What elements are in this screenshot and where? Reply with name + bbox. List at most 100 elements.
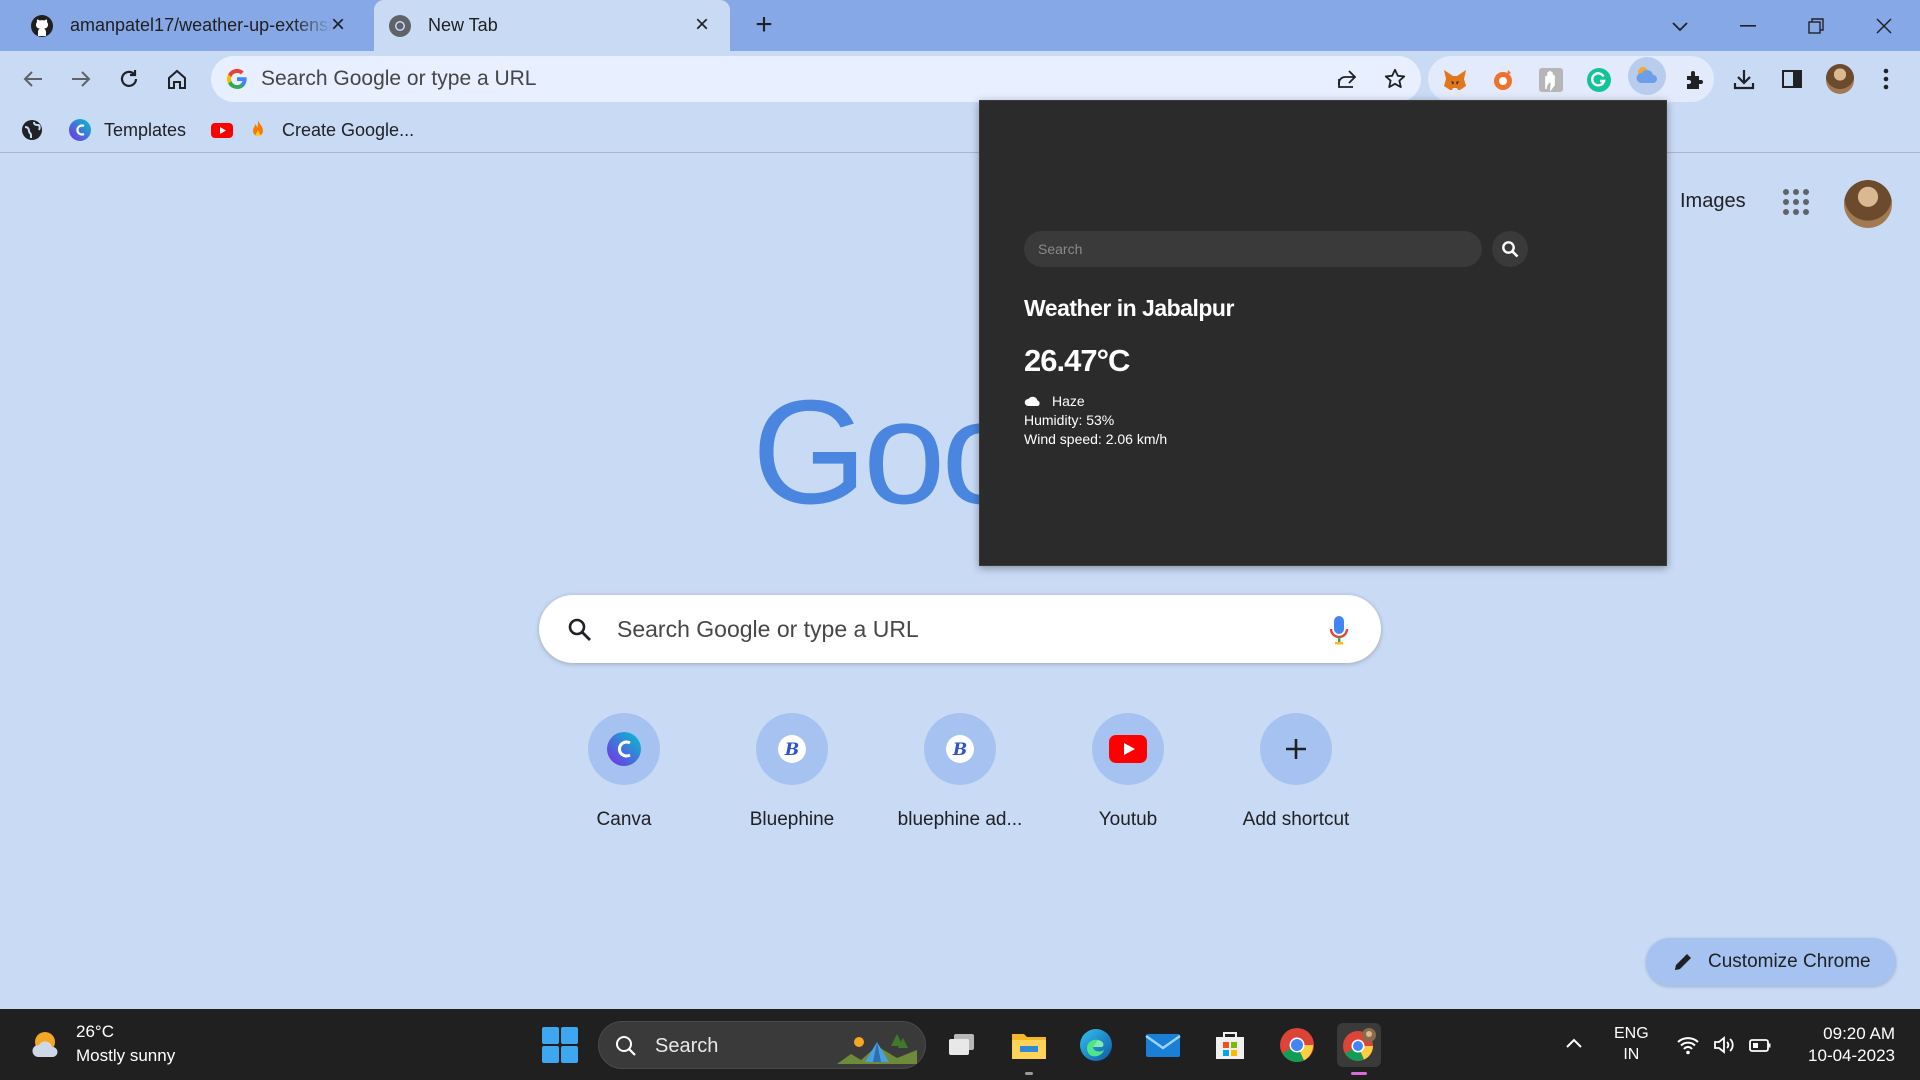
extensions-strip xyxy=(1428,56,1714,102)
active-indicator xyxy=(1351,1072,1367,1075)
city-search-input[interactable] xyxy=(1024,231,1482,267)
side-panel-icon[interactable] xyxy=(1778,65,1806,93)
search-icon xyxy=(1502,241,1519,258)
hand-ext-icon[interactable] xyxy=(1538,67,1564,93)
firebase-flame-icon xyxy=(253,120,263,137)
taskbar-search-label: Search xyxy=(655,1035,719,1057)
bluephine-icon: B xyxy=(946,735,974,763)
chrome-icon xyxy=(389,14,411,37)
battery-icon[interactable] xyxy=(1748,1033,1772,1057)
microphone-icon[interactable] xyxy=(1329,615,1349,645)
shortcut-canva[interactable]: Canva xyxy=(554,713,694,837)
youtube-icon xyxy=(211,123,233,138)
taskbar-weather-desc[interactable]: Mostly sunny xyxy=(76,1046,175,1066)
extensions-puzzle-icon[interactable] xyxy=(1682,67,1708,93)
address-input[interactable] xyxy=(261,56,1261,102)
mail-icon[interactable] xyxy=(1141,1023,1185,1067)
file-explorer-icon[interactable] xyxy=(1007,1023,1051,1075)
search-icon xyxy=(568,618,591,641)
images-link[interactable]: Images xyxy=(1680,190,1746,213)
reload-icon[interactable] xyxy=(109,59,149,99)
orange-ext-icon[interactable] xyxy=(1490,67,1516,93)
weather-temperature: 26.47°C xyxy=(1024,343,1130,378)
add-shortcut[interactable]: Add shortcut xyxy=(1226,713,1366,837)
clock[interactable]: 09:20 AM 10-04-2023 xyxy=(1808,1023,1895,1067)
chrome-profile-icon[interactable] xyxy=(1337,1023,1381,1075)
tab-title: New Tab xyxy=(428,15,498,35)
show-hidden-icons-chevron-icon[interactable] xyxy=(1564,1033,1584,1053)
shortcut-bluephine[interactable]: B Bluephine xyxy=(722,713,862,837)
clock-date: 10-04-2023 xyxy=(1808,1046,1895,1065)
downloads-icon[interactable] xyxy=(1730,65,1758,93)
windows-start-icon[interactable] xyxy=(542,1027,578,1063)
wifi-icon[interactable] xyxy=(1676,1033,1700,1057)
tab-title: amanpatel17/weather-up-extension xyxy=(70,15,332,35)
clock-time: 09:20 AM xyxy=(1823,1024,1895,1043)
lang-line1: ENG xyxy=(1614,1025,1649,1042)
taskbar-search[interactable]: Search xyxy=(598,1021,926,1069)
bookmark-star-icon[interactable] xyxy=(1383,67,1407,91)
bookmark-label: Templates xyxy=(104,119,187,140)
share-icon[interactable] xyxy=(1335,67,1359,91)
taskbar-weather-temp[interactable]: 26°C xyxy=(76,1022,114,1042)
bookmark-templates[interactable]: Templates xyxy=(68,114,186,146)
tab-search-chevron-icon[interactable] xyxy=(1660,8,1700,44)
customize-label: Customize Chrome xyxy=(1708,951,1871,972)
ntp-search-box[interactable] xyxy=(539,595,1381,663)
running-indicator xyxy=(1025,1072,1033,1075)
shortcut-bluephine-ad[interactable]: B bluephine ad... xyxy=(890,713,1030,837)
shortcut-youtube[interactable]: Youtub xyxy=(1058,713,1198,837)
tab-github[interactable]: amanpatel17/weather-up-extension × xyxy=(16,0,366,51)
home-icon[interactable] xyxy=(157,59,197,99)
bookmark-globe[interactable] xyxy=(20,114,56,146)
bookmark-youtube[interactable] xyxy=(210,114,246,146)
profile-avatar[interactable] xyxy=(1826,64,1854,94)
weather-sun-cloud-icon[interactable] xyxy=(30,1027,64,1061)
google-apps-icon[interactable] xyxy=(1782,188,1810,216)
back-icon[interactable] xyxy=(13,59,53,99)
grammarly-icon[interactable] xyxy=(1586,67,1612,93)
bluephine-icon: B xyxy=(778,735,806,763)
new-tab-button[interactable]: + xyxy=(748,10,780,42)
chrome-icon[interactable] xyxy=(1275,1023,1319,1067)
bookmark-create-google[interactable]: Create Google... xyxy=(246,114,414,146)
close-tab-icon[interactable]: × xyxy=(690,13,714,37)
close-tab-icon[interactable]: × xyxy=(326,13,350,37)
customize-chrome-button[interactable]: Customize Chrome xyxy=(1646,938,1896,986)
forward-icon[interactable] xyxy=(61,59,101,99)
search-icon xyxy=(616,1036,636,1056)
more-menu-icon[interactable] xyxy=(1872,65,1900,93)
volume-icon[interactable] xyxy=(1712,1033,1736,1057)
shortcut-label: bluephine ad... xyxy=(897,809,1023,830)
account-avatar[interactable] xyxy=(1844,180,1892,228)
shortcut-label: Canva xyxy=(596,809,652,830)
weather-condition-row: Haze xyxy=(1024,393,1085,409)
close-window-icon[interactable] xyxy=(1864,8,1904,44)
metamask-fox-icon[interactable] xyxy=(1442,67,1468,93)
pencil-icon xyxy=(1675,954,1691,970)
restore-icon[interactable] xyxy=(1796,8,1836,44)
shortcut-icon-bg: B xyxy=(924,713,996,785)
edge-icon[interactable] xyxy=(1074,1023,1118,1067)
microsoft-store-icon[interactable] xyxy=(1208,1023,1252,1067)
shortcut-label: Youtub xyxy=(1098,809,1158,830)
weather-ext-icon[interactable] xyxy=(1634,63,1660,89)
github-icon xyxy=(31,14,53,37)
shortcut-icon-bg xyxy=(1260,713,1332,785)
address-bar[interactable] xyxy=(211,56,1421,102)
youtube-icon xyxy=(1109,735,1147,763)
city-search-button[interactable] xyxy=(1492,231,1528,267)
lang-line2: IN xyxy=(1623,1046,1640,1063)
tab-new-tab[interactable]: New Tab × xyxy=(374,0,730,51)
minimize-icon[interactable] xyxy=(1728,8,1768,44)
weather-condition: Haze xyxy=(1052,393,1085,409)
plus-icon xyxy=(1286,739,1306,759)
shortcut-icon-bg: B xyxy=(756,713,828,785)
bookmark-label: Create Google... xyxy=(282,119,415,140)
shortcut-icon-bg xyxy=(1092,713,1164,785)
ntp-search-input[interactable] xyxy=(617,595,1257,663)
canva-icon xyxy=(607,732,641,766)
svg-text:B: B xyxy=(784,740,799,760)
task-view-icon[interactable] xyxy=(940,1023,984,1067)
input-language[interactable]: ENG IN xyxy=(1614,1023,1649,1065)
